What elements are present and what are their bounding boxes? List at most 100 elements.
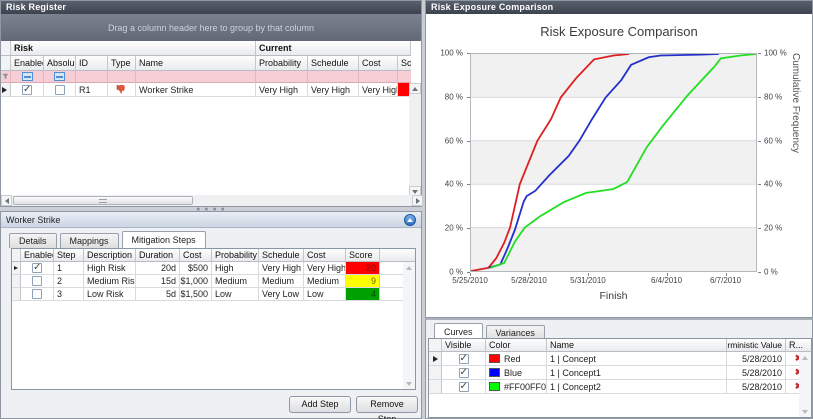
col-type[interactable]: Type <box>108 56 136 71</box>
mitigation-row[interactable]: 2 Medium Risk 15d $1,000 Medium Medium M… <box>12 275 415 288</box>
filter-box-icon[interactable] <box>22 72 33 81</box>
col-id[interactable]: ID <box>76 56 108 71</box>
schedule-cell[interactable]: Very High <box>259 262 304 275</box>
schedule-cell[interactable]: Medium <box>259 275 304 288</box>
rr-vertical-scrollbar[interactable] <box>409 83 421 197</box>
curve-row[interactable]: Red 1 | Concept 5/28/2010 ✖ <box>429 352 811 366</box>
col-schedule[interactable]: Schedule <box>259 249 304 262</box>
score-cell[interactable]: 20 <box>346 262 380 275</box>
filter-score[interactable] <box>398 71 411 83</box>
visible-checkbox[interactable] <box>459 368 469 378</box>
filter-name[interactable] <box>136 71 256 83</box>
deterministic-value-cell[interactable]: 5/28/2010 <box>727 352 786 366</box>
description-cell[interactable]: High Risk <box>84 262 136 275</box>
col-enabled[interactable]: Enabled <box>21 249 54 262</box>
deterministic-value-cell[interactable]: 5/28/2010 <box>727 380 786 394</box>
group-header-current[interactable]: Current <box>256 41 411 56</box>
remove-step-button[interactable]: Remove Step <box>356 396 418 413</box>
color-cell[interactable]: Blue <box>486 366 547 380</box>
add-step-button[interactable]: Add Step <box>289 396 351 413</box>
col-duration[interactable]: Duration <box>136 249 180 262</box>
scroll-down-button[interactable] <box>799 406 811 417</box>
scroll-up-button[interactable] <box>409 83 421 94</box>
type-cell[interactable] <box>108 83 136 97</box>
score-cell[interactable]: 9 <box>346 275 380 288</box>
curves-scrollbar[interactable] <box>799 352 811 417</box>
mitigation-row[interactable]: 3 Low Risk 5d $1,500 Low Very Low Low 4 <box>12 288 415 301</box>
curve-row[interactable]: Blue 1 | Concept1 5/28/2010 ✖ <box>429 366 811 380</box>
col-cost-2[interactable]: Cost <box>304 249 346 262</box>
col-color[interactable]: Color <box>486 339 547 352</box>
probability-cell[interactable]: High <box>212 262 259 275</box>
collapse-button[interactable] <box>404 214 416 226</box>
col-cost[interactable]: Cost <box>180 249 212 262</box>
duration-cell[interactable]: 15d <box>136 275 180 288</box>
visible-cell[interactable] <box>442 366 486 380</box>
enabled-checkbox[interactable] <box>22 85 32 95</box>
scroll-up-button[interactable] <box>403 262 415 273</box>
probability-cell[interactable]: Low <box>212 288 259 301</box>
cost2-cell[interactable]: Low <box>304 288 346 301</box>
enabled-checkbox[interactable] <box>32 276 42 286</box>
enabled-checkbox[interactable] <box>32 263 42 273</box>
visible-cell[interactable] <box>442 380 486 394</box>
probability-cell[interactable]: Very High <box>256 83 308 97</box>
cost-cell[interactable]: $1,500 <box>180 288 212 301</box>
enabled-cell[interactable] <box>21 262 54 275</box>
col-score[interactable]: Score <box>346 249 380 262</box>
filter-absolute[interactable] <box>44 71 76 83</box>
step-cell[interactable]: 1 <box>54 262 84 275</box>
cost-cell[interactable]: $500 <box>180 262 212 275</box>
filter-type[interactable] <box>108 71 136 83</box>
step-cell[interactable]: 2 <box>54 275 84 288</box>
color-cell[interactable]: #FF00FF00 <box>486 380 547 394</box>
probability-cell[interactable]: Medium <box>212 275 259 288</box>
schedule-cell[interactable]: Very High <box>308 83 359 97</box>
cost-cell[interactable]: $1,000 <box>180 275 212 288</box>
enabled-cell[interactable] <box>21 288 54 301</box>
filter-box-icon[interactable] <box>54 72 65 81</box>
step-cell[interactable]: 3 <box>54 288 84 301</box>
col-name[interactable]: Name <box>547 339 727 352</box>
scroll-down-button[interactable] <box>403 378 415 389</box>
filter-probability[interactable] <box>256 71 308 83</box>
col-step[interactable]: Step <box>54 249 84 262</box>
id-cell[interactable]: R1 <box>76 83 108 97</box>
name-cell[interactable]: 1 | Concept1 <box>547 366 727 380</box>
col-schedule[interactable]: Schedule <box>308 56 359 71</box>
absolute-checkbox[interactable] <box>55 85 65 95</box>
col-description[interactable]: Description <box>84 249 136 262</box>
curve-row[interactable]: #FF00FF00 1 | Concept2 5/28/2010 ✖ <box>429 380 811 394</box>
enabled-checkbox[interactable] <box>32 289 42 299</box>
enabled-cell[interactable] <box>11 83 44 97</box>
filter-id[interactable] <box>76 71 108 83</box>
col-remove[interactable]: R... <box>786 339 811 352</box>
col-name[interactable]: Name <box>136 56 256 71</box>
tab-details[interactable]: Details <box>9 233 57 248</box>
visible-checkbox[interactable] <box>459 382 469 392</box>
mitigation-row[interactable]: 1 High Risk 20d $500 High Very High Very… <box>12 262 415 275</box>
score-cell[interactable]: 4 <box>346 288 380 301</box>
cost-cell[interactable]: Very High <box>359 83 398 97</box>
deterministic-value-cell[interactable]: 5/28/2010 <box>727 366 786 380</box>
group-header-risk[interactable]: Risk <box>11 41 256 56</box>
col-enabled[interactable]: Enabled <box>11 56 44 71</box>
scroll-up-button[interactable] <box>799 352 811 363</box>
tab-mitigation-steps[interactable]: Mitigation Steps <box>122 231 206 248</box>
risk-row[interactable]: R1 Worker Strike Very High Very High Ver… <box>1 83 421 97</box>
color-cell[interactable]: Red <box>486 352 547 366</box>
col-cost[interactable]: Cost <box>359 56 398 71</box>
col-visible[interactable]: Visible <box>442 339 486 352</box>
duration-cell[interactable]: 5d <box>136 288 180 301</box>
visible-checkbox[interactable] <box>459 354 469 364</box>
col-deterministic-value[interactable]: Deterministic Value <box>727 339 786 352</box>
cost2-cell[interactable]: Very High <box>304 262 346 275</box>
col-probability[interactable]: Probability <box>212 249 259 262</box>
tab-mappings[interactable]: Mappings <box>60 233 119 248</box>
absolute-cell[interactable] <box>44 83 76 97</box>
col-absolute[interactable]: Absolu... <box>44 56 76 71</box>
scroll-thumb[interactable] <box>13 196 193 205</box>
cost2-cell[interactable]: Medium <box>304 275 346 288</box>
name-cell[interactable]: 1 | Concept2 <box>547 380 727 394</box>
mitigation-scrollbar[interactable] <box>403 262 415 389</box>
